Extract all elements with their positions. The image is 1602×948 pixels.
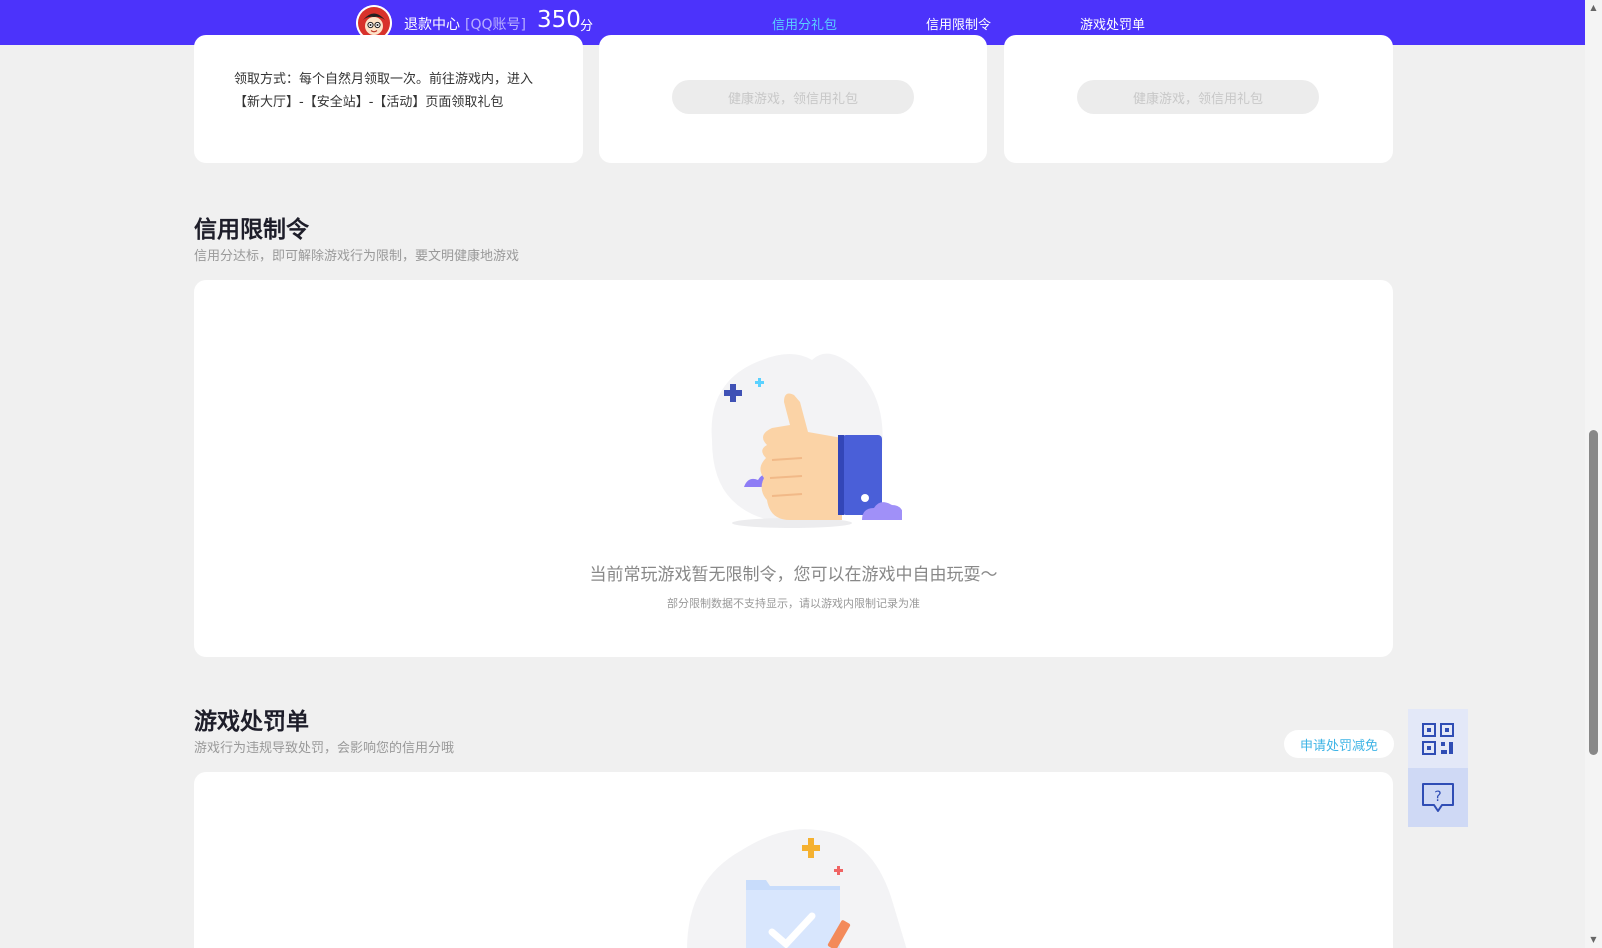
gift-card-1: 领取方式：每个自然月领取一次。前往游戏内，进入【新大厅】-【安全站】-【活动】页… bbox=[194, 35, 583, 163]
account-type: [QQ账号] bbox=[465, 17, 526, 33]
thumbs-up-illustration-icon bbox=[711, 353, 902, 528]
penalty-card bbox=[194, 772, 1393, 948]
penalty-section-subtitle: 游戏行为违规导致处罚，会影响您的信用分哦 bbox=[194, 741, 455, 756]
refund-center-title: 退款中心 bbox=[404, 17, 460, 33]
gift-card-2: 健康游戏，领信用礼包 bbox=[599, 35, 987, 163]
document-check-illustration-icon bbox=[687, 829, 907, 948]
help-chat-icon: ? bbox=[1422, 782, 1454, 812]
nav-credit-restriction[interactable]: 信用限制令 bbox=[926, 14, 991, 33]
restriction-section-title: 信用限制令 bbox=[194, 217, 309, 243]
qr-code-button[interactable] bbox=[1408, 709, 1468, 768]
vertical-scrollbar[interactable]: ▲ ▼ bbox=[1585, 0, 1602, 948]
svg-text:?: ? bbox=[1434, 789, 1441, 805]
claim-method-text: 领取方式：每个自然月领取一次。前往游戏内，进入【新大厅】-【安全站】-【活动】页… bbox=[234, 72, 534, 110]
apply-penalty-reduction-button[interactable]: 申请处罚减免 bbox=[1284, 730, 1394, 758]
nav-credit-gift[interactable]: 信用分礼包 bbox=[772, 14, 837, 33]
restriction-empty-message: 当前常玩游戏暂无限制令，您可以在游戏中自由玩耍～ bbox=[589, 565, 998, 585]
gift-claim-button-disabled-2[interactable]: 健康游戏，领信用礼包 bbox=[1077, 80, 1319, 114]
credit-score-unit: 分 bbox=[580, 19, 594, 34]
nav-game-penalty[interactable]: 游戏处罚单 bbox=[1080, 14, 1145, 33]
gift-card-3: 健康游戏，领信用礼包 bbox=[1004, 35, 1393, 163]
restriction-section-subtitle: 信用分达标，即可解除游戏行为限制，要文明健康地游戏 bbox=[194, 249, 520, 264]
qr-code-icon bbox=[1422, 722, 1454, 755]
gift-claim-button-disabled[interactable]: 健康游戏，领信用礼包 bbox=[672, 80, 914, 114]
scroll-down-arrow-icon[interactable]: ▼ bbox=[1589, 935, 1598, 944]
scroll-up-arrow-icon[interactable]: ▲ bbox=[1589, 3, 1598, 12]
penalty-section-title: 游戏处罚单 bbox=[194, 709, 309, 735]
help-button[interactable]: ? bbox=[1408, 768, 1468, 827]
side-float-panel: ? bbox=[1408, 709, 1468, 827]
scroll-thumb[interactable] bbox=[1589, 430, 1598, 755]
restriction-empty-note: 部分限制数据不支持显示，请以游戏内限制记录为准 bbox=[667, 597, 920, 610]
credit-score: 350 bbox=[537, 7, 581, 33]
restriction-empty-card: 当前常玩游戏暂无限制令，您可以在游戏中自由玩耍～ 部分限制数据不支持显示，请以游… bbox=[194, 280, 1393, 657]
